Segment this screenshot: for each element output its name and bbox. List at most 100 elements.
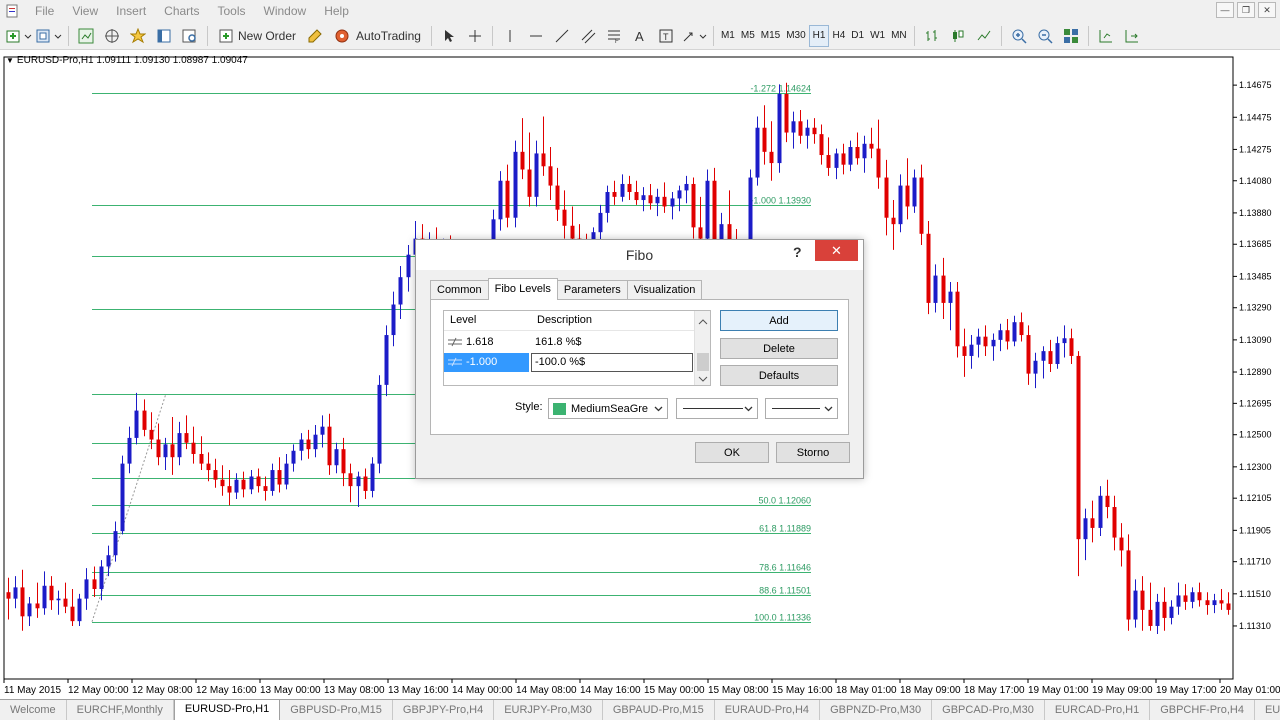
levels-scrollbar[interactable]	[694, 311, 710, 385]
defaults-button[interactable]: Defaults	[720, 365, 838, 386]
menu-insert[interactable]: Insert	[107, 0, 155, 22]
timeframe-mn[interactable]: MN	[888, 25, 910, 47]
levels-list[interactable]: Level Description 1.618 161.8 %$ -1.000 …	[443, 310, 711, 386]
timeframe-m5[interactable]: M5	[738, 25, 758, 47]
new-chart-icon[interactable]	[6, 24, 32, 48]
terminal-icon[interactable]	[153, 24, 175, 48]
arrows-icon[interactable]	[681, 24, 707, 48]
fibonacci-icon[interactable]: F	[603, 24, 625, 48]
line-width-select[interactable]	[765, 398, 838, 419]
tab-eurchf-monthly[interactable]: EURCHF,Monthly	[67, 700, 174, 720]
candle-body	[120, 463, 125, 532]
navigator-icon[interactable]	[127, 24, 149, 48]
chart-shift-icon[interactable]	[1095, 24, 1117, 48]
candle-body	[313, 434, 318, 450]
timeframe-h4[interactable]: H4	[829, 25, 848, 47]
timeframe-h1[interactable]: H1	[808, 24, 830, 47]
dialog-titlebar[interactable]: Fibo ? ✕	[416, 240, 863, 270]
cursor-icon[interactable]	[438, 24, 460, 48]
tab-parameters[interactable]: Parameters	[556, 280, 628, 299]
candle-body	[1048, 351, 1053, 364]
text-icon[interactable]: A	[629, 24, 651, 48]
x-tick-label: 15 May 00:00	[644, 685, 705, 696]
zoom-in-icon[interactable]	[1008, 24, 1030, 48]
menu-charts[interactable]: Charts	[155, 0, 208, 22]
tab-eurjpy-m30[interactable]: EURJPY-Pro,M30	[494, 700, 603, 720]
candle-body	[241, 479, 246, 490]
candle-body	[1055, 343, 1060, 364]
timeframe-m30[interactable]: M30	[783, 25, 808, 47]
menu-help[interactable]: Help	[315, 0, 358, 22]
tab-welcome[interactable]: Welcome	[0, 700, 67, 720]
line-style-select[interactable]	[676, 398, 758, 419]
x-tick-label: 13 May 00:00	[260, 685, 321, 696]
collapse-arrow-icon[interactable]: ▼	[6, 56, 14, 65]
column-level[interactable]: Level	[450, 314, 476, 326]
close-icon[interactable]: ✕	[1258, 2, 1276, 18]
help-icon[interactable]: ?	[793, 244, 802, 260]
autoscroll-icon[interactable]	[1121, 24, 1143, 48]
menu-window[interactable]: Window	[255, 0, 316, 22]
tile-windows-icon[interactable]	[1060, 24, 1082, 48]
new-order-button[interactable]: New Order	[214, 24, 300, 48]
candle-body	[184, 433, 189, 443]
toolbar-separator	[1000, 25, 1002, 46]
tab-euraud-h4[interactable]: EURAUD-Pro,H4	[715, 700, 821, 720]
ok-button[interactable]: OK	[695, 442, 769, 463]
candle-body	[1140, 590, 1145, 610]
candle-body	[684, 183, 689, 191]
level-row-selected[interactable]: -1.000 -100.0 %$	[444, 353, 696, 372]
equidistant-channel-icon[interactable]	[577, 24, 599, 48]
dialog-close-button[interactable]: ✕	[815, 240, 858, 261]
fibo-level-label: -1.272 1.14624	[750, 84, 811, 94]
tab-gbpcad-m30[interactable]: GBPCAD-Pro,M30	[932, 700, 1045, 720]
delete-button[interactable]: Delete	[720, 338, 838, 359]
line-chart-icon[interactable]	[973, 24, 995, 48]
metaeditor-icon[interactable]	[304, 24, 326, 48]
tab-common[interactable]: Common	[430, 280, 489, 299]
vertical-line-icon[interactable]	[499, 24, 521, 48]
y-tick-label: 1.13485	[1239, 271, 1272, 281]
add-button[interactable]: Add	[720, 310, 838, 331]
candle-body	[548, 166, 553, 186]
candle-body	[63, 598, 68, 607]
column-description[interactable]: Description	[537, 314, 592, 326]
market-watch-icon[interactable]	[75, 24, 97, 48]
text-label-icon[interactable]: T	[655, 24, 677, 48]
tab-gbpaud-m15[interactable]: GBPAUD-Pro,M15	[603, 700, 715, 720]
bar-chart-icon[interactable]	[921, 24, 943, 48]
tab-visualization[interactable]: Visualization	[626, 280, 703, 299]
profiles-icon[interactable]	[36, 24, 62, 48]
crosshair-icon[interactable]	[464, 24, 486, 48]
zoom-out-icon[interactable]	[1034, 24, 1056, 48]
tab-eurcad-h1[interactable]: EURCAD-Pro,H1	[1045, 700, 1151, 720]
horizontal-line-icon[interactable]	[525, 24, 547, 48]
data-window-icon[interactable]	[101, 24, 123, 48]
tab-gbpjpy-h4[interactable]: GBPJPY-Pro,H4	[393, 700, 495, 720]
app-document-icon[interactable]	[4, 3, 20, 19]
level-row[interactable]: 1.618 161.8 %$	[444, 333, 696, 352]
menu-file[interactable]: File	[26, 0, 63, 22]
tab-gbpchf-h4[interactable]: GBPCHF-Pro,H4	[1150, 700, 1255, 720]
candle-body	[755, 127, 760, 178]
timeframe-w1[interactable]: W1	[867, 25, 888, 47]
tab-eurusd-h1[interactable]: EURUSD-Pro,H1	[173, 700, 281, 720]
minimize-icon[interactable]: —	[1216, 2, 1234, 18]
strategy-tester-icon[interactable]	[179, 24, 201, 48]
timeframe-d1[interactable]: D1	[848, 25, 867, 47]
color-select[interactable]: MediumSeaGre	[548, 398, 668, 419]
tab-gbpnzd-m30[interactable]: GBPNZD-Pro,M30	[820, 700, 933, 720]
restore-icon[interactable]: ❐	[1237, 2, 1255, 18]
candlestick-icon[interactable]	[947, 24, 969, 48]
cancel-button[interactable]: Storno	[776, 442, 850, 463]
timeframe-m15[interactable]: M15	[758, 25, 783, 47]
description-edit-field[interactable]: -100.0 %$	[531, 353, 693, 372]
tab-fibo-levels[interactable]: Fibo Levels	[487, 278, 558, 300]
menu-tools[interactable]: Tools	[209, 0, 255, 22]
timeframe-m1[interactable]: M1	[718, 25, 738, 47]
autotrading-button[interactable]: AutoTrading	[330, 24, 425, 48]
menu-view[interactable]: View	[63, 0, 107, 22]
trendline-icon[interactable]	[551, 24, 573, 48]
tab-eurgbp[interactable]: EURGBP	[1255, 700, 1280, 720]
tab-gbpusd-m15[interactable]: GBPUSD-Pro,M15	[280, 700, 393, 720]
